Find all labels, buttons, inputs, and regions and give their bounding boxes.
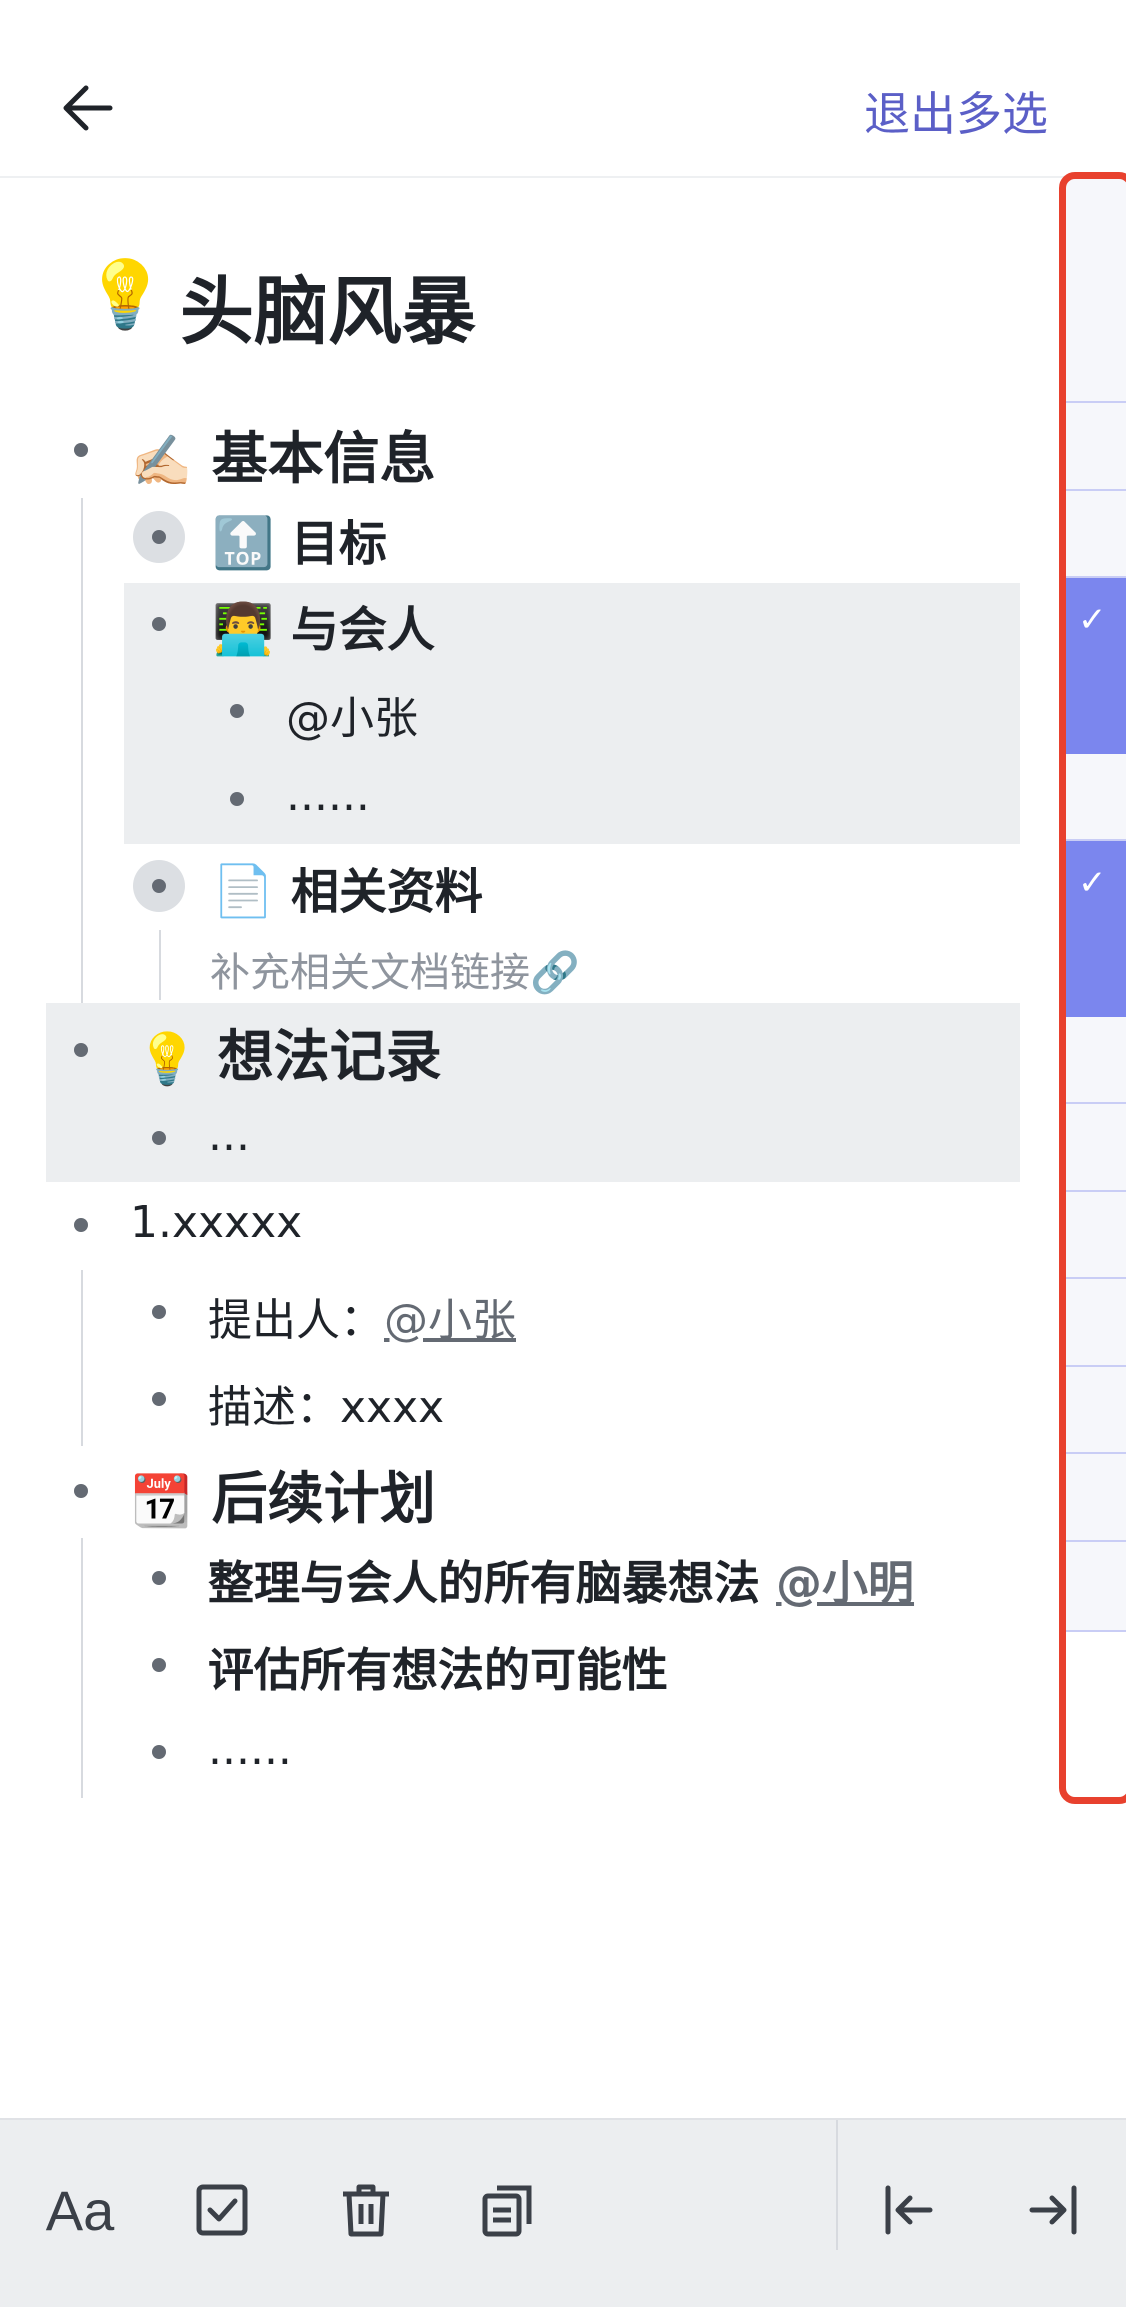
list-item-plan[interactable]: 📆 后续计划: [130, 1454, 436, 1535]
list-item-description[interactable]: 描述：xxxx: [208, 1371, 444, 1435]
outdent-icon: [885, 2185, 933, 2235]
list-item-plan-1[interactable]: 整理与会人的所有脑暴想法 @小明: [208, 1547, 914, 1613]
bullet[interactable]: [152, 617, 166, 631]
list-item-ideas[interactable]: 💡 想法记录: [136, 1012, 442, 1093]
bullet[interactable]: [74, 1484, 88, 1498]
list-item-basic-info[interactable]: ✍🏻 基本信息: [130, 414, 436, 495]
bullet[interactable]: [152, 1658, 166, 1672]
tree-line: [81, 498, 83, 1003]
bottom-toolbar: Aa: [0, 2118, 1126, 2307]
bullet[interactable]: [230, 704, 244, 718]
checkbox-icon: [196, 2184, 248, 2236]
outdent-button[interactable]: [868, 2160, 948, 2260]
page-title: 头脑风暴: [180, 269, 476, 355]
trash-icon: [343, 2184, 389, 2237]
mention-link[interactable]: @小明: [776, 1556, 914, 1610]
list-item-goal[interactable]: 🔝 目标: [212, 504, 387, 574]
top-bar: 退出多选: [0, 0, 1126, 178]
bulb-icon: 💡: [136, 1030, 199, 1088]
bullet[interactable]: [152, 1131, 166, 1145]
list-item-attendee[interactable]: @小张: [286, 682, 418, 746]
indent-button[interactable]: [1014, 2160, 1094, 2260]
back-button[interactable]: [58, 78, 128, 142]
text-style-button[interactable]: Aa: [40, 2160, 120, 2260]
bullet[interactable]: [133, 511, 185, 563]
top-arrow-icon: 🔝: [212, 514, 275, 572]
copy-button[interactable]: [468, 2160, 548, 2260]
bullet[interactable]: [152, 1571, 166, 1585]
list-item-plan-more[interactable]: ......: [208, 1724, 292, 1775]
list-item-attendees[interactable]: 👨‍💻 与会人: [212, 590, 435, 660]
toolbar-divider: [836, 2120, 838, 2250]
delete-button[interactable]: [326, 2160, 406, 2260]
exit-multiselect-button[interactable]: 退出多选: [864, 78, 1048, 144]
list-item-ideas-more[interactable]: ...: [208, 1110, 250, 1161]
copy-icon: [482, 2185, 532, 2237]
list-item-attendee-more[interactable]: ......: [286, 770, 370, 821]
list-item-materials[interactable]: 📄 相关资料: [212, 852, 483, 922]
bullet[interactable]: [230, 792, 244, 806]
bullet[interactable]: [74, 1218, 88, 1232]
indent-icon: [1029, 2185, 1077, 2235]
calendar-icon: 📆: [130, 1472, 193, 1530]
text-style-icon: Aa: [45, 2178, 115, 2242]
tree-line: [159, 930, 161, 1000]
arrow-left-icon: [63, 85, 113, 131]
technologist-icon: 👨‍💻: [212, 600, 275, 658]
tree-line: [81, 1538, 83, 1798]
bullet[interactable]: [74, 443, 88, 457]
document-icon: 📄: [212, 862, 275, 920]
list-item-plan-2[interactable]: 评估所有想法的可能性: [208, 1634, 668, 1700]
bullet[interactable]: [133, 860, 185, 912]
bullet[interactable]: [74, 1043, 88, 1057]
mention-link[interactable]: @小张: [384, 1295, 516, 1346]
list-item-idea-1[interactable]: 1.xxxxx: [130, 1197, 302, 1248]
bullet[interactable]: [152, 1392, 166, 1406]
materials-hint[interactable]: 补充相关文档链接🔗: [210, 940, 580, 998]
tree-line: [81, 1270, 83, 1446]
list-item-proposer[interactable]: 提出人：@小张: [208, 1284, 516, 1348]
selection-column-highlight-frame: [1059, 172, 1126, 1804]
bullet[interactable]: [152, 1745, 166, 1759]
bulb-icon: 💡: [84, 256, 167, 333]
bullet[interactable]: [152, 1305, 166, 1319]
writing-hand-icon: ✍🏻: [130, 432, 193, 490]
checkbox-button[interactable]: [182, 2160, 262, 2260]
